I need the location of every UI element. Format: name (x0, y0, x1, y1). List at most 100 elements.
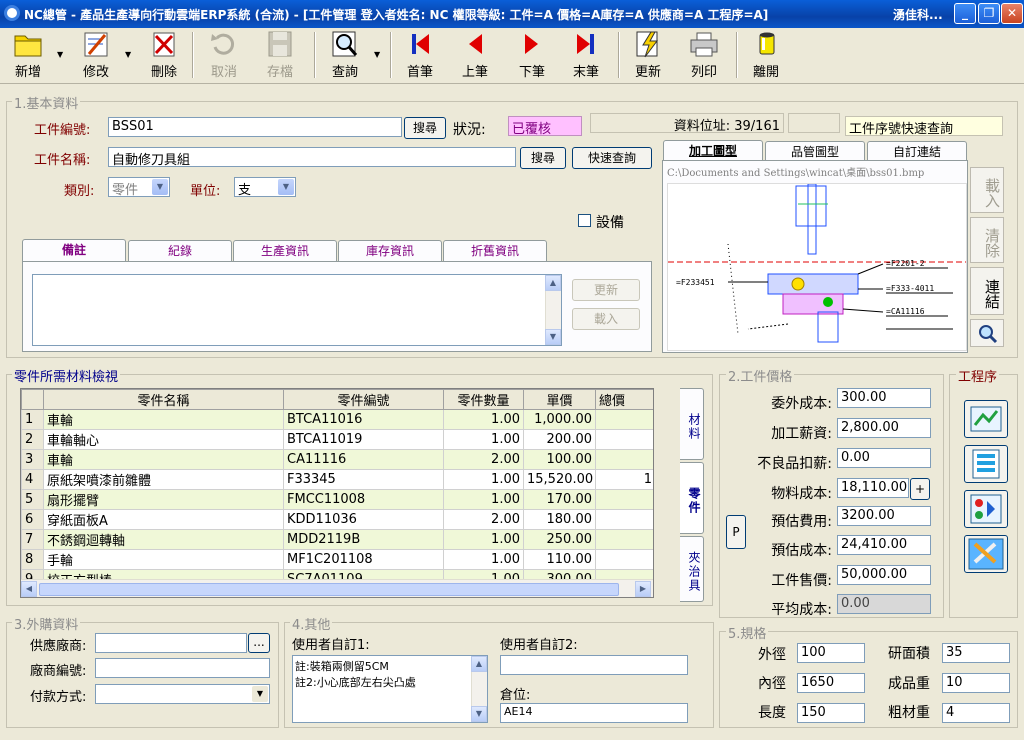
table-cell[interactable]: 扇形擺臂 (43, 489, 284, 510)
custom1-textarea[interactable]: 註:裝箱兩側留5CM 註2:小心底部左右尖凸處 ▲ ▼ (292, 655, 488, 723)
table-cell[interactable]: BTCA11016 (283, 409, 444, 430)
custom1-scrollbar[interactable]: ▲ ▼ (471, 656, 487, 722)
scroll-down-icon[interactable]: ▼ (471, 706, 487, 722)
tab-machining-drawing[interactable]: 加工圖型 (663, 140, 763, 161)
process-list-button[interactable] (964, 445, 1008, 483)
scroll-left-icon[interactable]: ◀ (21, 581, 37, 597)
table-row[interactable]: 1車輪BTCA110161.001,000.001,00 (21, 409, 653, 430)
grind-area-input[interactable]: 35 (942, 643, 1010, 663)
minimize-button[interactable]: _ (954, 3, 976, 24)
part-name-input[interactable]: 自動修刀具組 (108, 147, 516, 167)
refresh-button[interactable]: 更新 (628, 30, 668, 80)
column-header[interactable]: 零件名稱 (43, 389, 284, 410)
clear-image-button[interactable]: 清除 (970, 217, 1004, 263)
link-image-button[interactable]: 連結 (970, 267, 1004, 315)
cancel-button[interactable]: 取消 (204, 30, 244, 80)
table-cell[interactable]: 110.00 (523, 549, 596, 570)
equipment-checkbox[interactable] (578, 214, 591, 227)
save-button[interactable]: 存檔 (260, 30, 300, 80)
prev-record-button[interactable]: 上筆 (455, 30, 495, 80)
supplier-input[interactable] (95, 633, 247, 653)
table-cell[interactable]: 20 (595, 449, 653, 470)
table-cell[interactable]: 1.00 (443, 549, 524, 570)
process-flow-button[interactable] (964, 400, 1008, 438)
zoom-image-button[interactable] (970, 319, 1004, 347)
table-cell[interactable]: 180.00 (523, 509, 596, 530)
last-record-button[interactable]: 末筆 (566, 30, 606, 80)
table-cell[interactable]: 1.00 (443, 429, 524, 450)
price-field-input[interactable]: 50,000.00 (837, 565, 931, 585)
materials-hscroll[interactable]: ◀ ▶ (21, 579, 653, 597)
table-cell[interactable]: CA11116 (283, 449, 444, 470)
edit-dropdown-arrow[interactable]: ▼ (125, 50, 131, 59)
new-button[interactable]: 新增 (8, 30, 48, 80)
tab-production-info[interactable]: 生產資訊 (233, 240, 337, 261)
table-row[interactable]: 2車輪軸心BTCA110191.00200.0020 (21, 429, 653, 450)
side-tab-parts[interactable]: 零件 (680, 462, 704, 534)
table-cell[interactable]: 250.00 (523, 529, 596, 550)
query-dropdown-arrow[interactable]: ▼ (374, 50, 380, 59)
unit-select[interactable]: 支 ▼ (234, 177, 296, 197)
quick-serial-query-input[interactable]: 工件序號快速查詢 (845, 116, 1003, 136)
price-field-input[interactable]: 3200.00 (837, 506, 931, 526)
side-tab-fixtures[interactable]: 夾治具 (680, 536, 704, 602)
price-field-input[interactable]: 0.00 (837, 448, 931, 468)
side-tab-materials[interactable]: 材料 (680, 388, 704, 460)
table-cell[interactable]: 15,520.00 (523, 469, 596, 490)
column-header[interactable]: 總價 (595, 389, 653, 410)
custom2-input[interactable] (500, 655, 688, 675)
column-header[interactable]: 單價 (523, 389, 596, 410)
table-cell[interactable]: 17 (595, 489, 653, 510)
notes-load-button[interactable]: 載入 (572, 308, 640, 330)
table-cell[interactable]: 200.00 (523, 429, 596, 450)
print-button[interactable]: 列印 (684, 30, 724, 80)
tab-notes[interactable]: 備註 (22, 239, 126, 262)
edit-button[interactable]: 修改 (76, 30, 116, 80)
table-cell[interactable]: 1,00 (595, 409, 653, 430)
table-cell[interactable]: 車輪 (43, 449, 284, 470)
table-cell[interactable]: 1,000.00 (523, 409, 596, 430)
hscroll-thumb[interactable] (39, 583, 619, 596)
quick-query-button[interactable]: 快速查詢 (572, 147, 652, 169)
price-field-input[interactable]: 2,800.00 (837, 418, 931, 438)
process-step-button[interactable] (964, 490, 1008, 528)
table-cell[interactable]: MDD2119B (283, 529, 444, 550)
price-field-input[interactable]: 18,110.00 (837, 478, 909, 498)
exit-button[interactable]: 離開 (746, 30, 786, 80)
table-cell[interactable]: 不銹鋼迴轉軸 (43, 529, 284, 550)
supplier-browse-button[interactable]: ... (248, 633, 270, 653)
table-cell[interactable]: 原紙架噴漆前雛體 (43, 469, 284, 490)
table-cell[interactable]: 穿紙面板A (43, 509, 284, 530)
first-record-button[interactable]: 首筆 (400, 30, 440, 80)
table-cell[interactable]: KDD11036 (283, 509, 444, 530)
table-row[interactable]: 6穿紙面板AKDD110362.00180.0036 (21, 509, 653, 530)
tab-records[interactable]: 紀錄 (128, 240, 232, 261)
table-row[interactable]: 4原紙架噴漆前雛體F333451.0015,520.0015,52 (21, 469, 653, 490)
next-record-button[interactable]: 下筆 (512, 30, 552, 80)
price-field-input[interactable]: 300.00 (837, 388, 931, 408)
category-select[interactable]: 零件 ▼ (108, 177, 170, 197)
outer-diameter-input[interactable]: 100 (797, 643, 865, 663)
part-no-input[interactable]: BSS01 (108, 117, 402, 137)
table-cell[interactable]: 1.00 (443, 489, 524, 510)
query-button[interactable]: 查詢 (325, 30, 365, 80)
table-cell[interactable]: 2.00 (443, 449, 524, 470)
table-cell[interactable]: FMCC11008 (283, 489, 444, 510)
table-row[interactable]: 3車輪CA111162.00100.0020 (21, 449, 653, 470)
load-image-button[interactable]: 載入 (970, 167, 1004, 213)
warehouse-input[interactable]: AE14 (500, 703, 688, 723)
vendor-no-input[interactable] (95, 658, 270, 678)
maximize-button[interactable]: ❐ (978, 3, 1000, 24)
table-cell[interactable]: 11 (595, 549, 653, 570)
scroll-up-icon[interactable]: ▲ (545, 275, 561, 291)
scroll-right-icon[interactable]: ▶ (635, 581, 651, 597)
table-cell[interactable]: 2.00 (443, 509, 524, 530)
payment-select[interactable]: ▼ (95, 684, 270, 704)
finished-weight-input[interactable]: 10 (942, 673, 1010, 693)
tab-inventory-info[interactable]: 庫存資訊 (338, 240, 442, 261)
raw-weight-input[interactable]: 4 (942, 703, 1010, 723)
table-cell[interactable]: 20 (595, 429, 653, 450)
notes-scrollbar[interactable]: ▲ ▼ (545, 275, 561, 345)
close-button[interactable]: ✕ (1001, 3, 1023, 24)
table-row[interactable]: 5扇形擺臂FMCC110081.00170.0017 (21, 489, 653, 510)
